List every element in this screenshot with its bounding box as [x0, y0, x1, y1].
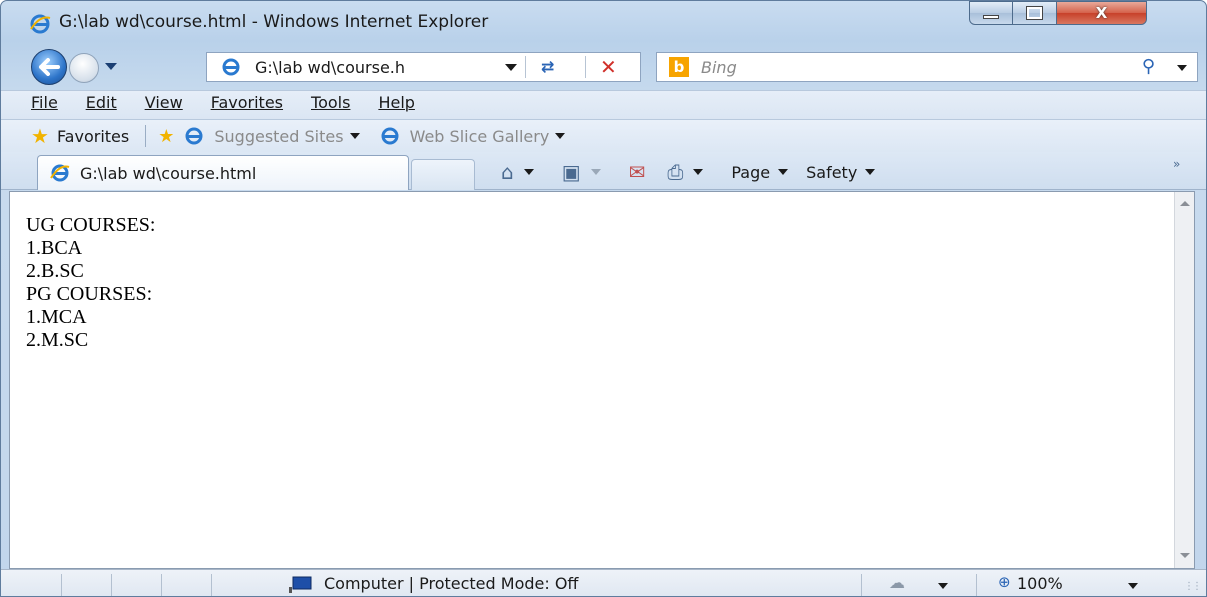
favorites-button[interactable]: Favorites — [57, 127, 129, 146]
heading-pg-courses: PG COURSES: — [26, 283, 153, 305]
ie-window: G:\lab wd\course.html - Windows Internet… — [0, 0, 1207, 597]
refresh-icon[interactable]: ⇄ — [541, 57, 554, 76]
search-icon[interactable]: ⚲ — [1142, 56, 1155, 77]
page-content: UG COURSES: 1.BCA 2.B.SC PG COURSES: 1.M… — [9, 191, 1195, 569]
web-slice-gallery-link[interactable]: Web Slice Gallery — [410, 127, 550, 146]
caption-buttons: X — [969, 1, 1147, 25]
tab-label: G:\lab wd\course.html — [80, 163, 257, 183]
menu-favorites[interactable]: Favorites — [211, 93, 283, 117]
web-slice-gallery-dropdown-icon[interactable] — [555, 133, 566, 139]
home-dropdown-icon[interactable] — [523, 169, 534, 175]
computer-zone-icon — [289, 576, 312, 593]
favorites-separator — [145, 125, 147, 147]
navigation-bar: G:\lab wd\course.h ⇄ ✕ b Bing ⚲ — [1, 45, 1206, 89]
close-icon: X — [1095, 4, 1108, 22]
page-ie-icon — [222, 58, 240, 76]
course-list: UG COURSES: 1.BCA 2.B.SC PG COURSES: 1.M… — [26, 214, 155, 352]
window-title: G:\lab wd\course.html - Windows Internet… — [59, 12, 489, 32]
page-menu-dropdown-icon[interactable] — [778, 169, 789, 175]
favorites-star-icon[interactable]: ★ — [31, 124, 49, 148]
protected-mode-icon[interactable]: ☁ — [889, 573, 905, 592]
minimize-icon — [983, 15, 999, 19]
feeds-dropdown-icon[interactable] — [590, 169, 601, 175]
print-dropdown-icon[interactable] — [693, 169, 704, 175]
web-slice-ie-icon — [381, 127, 399, 145]
heading-ug-courses: UG COURSES: — [26, 214, 156, 236]
add-to-favorites-bar-icon[interactable]: ★ — [158, 126, 174, 147]
vertical-scrollbar[interactable] — [1174, 192, 1194, 568]
status-divider — [111, 574, 112, 596]
status-divider — [161, 574, 162, 596]
safety-menu-dropdown-icon[interactable] — [865, 169, 876, 175]
status-divider — [211, 574, 212, 596]
suggested-sites-ie-icon — [185, 127, 203, 145]
scroll-up-arrow-icon[interactable] — [1180, 201, 1190, 206]
home-icon[interactable]: ⌂ — [501, 160, 514, 184]
tab-ie-icon — [50, 164, 70, 182]
page-menu-button[interactable]: Page — [731, 163, 770, 182]
search-options-dropdown-icon[interactable] — [1177, 65, 1187, 71]
recent-pages-dropdown-icon[interactable] — [105, 63, 117, 70]
address-separator — [585, 56, 586, 78]
forward-button[interactable] — [69, 53, 99, 83]
status-divider — [861, 574, 862, 596]
zoom-level[interactable]: 100% — [1017, 574, 1063, 593]
zoom-dropdown-icon[interactable] — [1128, 583, 1138, 589]
tab-course-page[interactable]: G:\lab wd\course.html — [37, 155, 409, 190]
menu-edit[interactable]: Edit — [86, 93, 117, 117]
address-dropdown-icon[interactable] — [505, 64, 517, 71]
address-input[interactable]: G:\lab wd\course.h — [255, 58, 405, 77]
zoom-icon[interactable]: ⊕ — [998, 573, 1011, 591]
search-input[interactable]: Bing — [701, 58, 737, 77]
security-dropdown-icon[interactable] — [938, 583, 948, 589]
safety-menu-button[interactable]: Safety — [806, 163, 857, 182]
status-zone-text: Computer | Protected Mode: Off — [324, 574, 579, 593]
stop-icon[interactable]: ✕ — [600, 55, 617, 79]
address-bar[interactable]: G:\lab wd\course.h ⇄ ✕ — [206, 52, 641, 82]
print-icon[interactable]: ⎙ — [667, 160, 683, 184]
status-divider — [976, 574, 977, 596]
maximize-icon — [1026, 6, 1043, 20]
new-tab-button[interactable] — [411, 159, 475, 190]
maximize-button[interactable] — [1013, 1, 1057, 25]
menu-bar: File Edit View Favorites Tools Help — [31, 93, 443, 117]
address-separator — [525, 56, 526, 78]
bing-logo-icon: b — [669, 57, 689, 77]
course-mca: 1.MCA — [26, 306, 87, 328]
resize-grip-icon[interactable]: ⋮⋮ — [1184, 581, 1202, 592]
minimize-button[interactable] — [969, 1, 1013, 25]
menu-tools[interactable]: Tools — [311, 93, 350, 117]
rss-feed-icon[interactable]: ▣ — [562, 160, 581, 184]
suggested-sites-link[interactable]: Suggested Sites — [214, 127, 343, 146]
title-bar[interactable]: G:\lab wd\course.html - Windows Internet… — [1, 1, 1206, 43]
scroll-down-arrow-icon[interactable] — [1180, 553, 1190, 558]
toolbar-overflow-icon[interactable]: » — [1173, 157, 1180, 171]
menu-view[interactable]: View — [145, 93, 183, 117]
command-bar: ⌂ ▣ ✉ ⎙ Page Safety — [501, 158, 903, 186]
menu-file[interactable]: File — [31, 93, 58, 117]
mail-icon[interactable]: ✉ — [629, 160, 646, 184]
back-arrow-icon — [39, 58, 60, 76]
search-box[interactable]: b Bing ⚲ — [656, 52, 1198, 82]
favorites-bar: ★ Favorites ★ Suggested Sites Web Slice … — [31, 123, 585, 149]
ie-logo-icon — [30, 14, 51, 34]
back-button[interactable] — [31, 49, 67, 85]
course-bca: 1.BCA — [26, 237, 83, 259]
course-msc: 2.M.SC — [26, 329, 89, 351]
suggested-sites-dropdown-icon[interactable] — [349, 133, 360, 139]
course-bsc: 2.B.SC — [26, 260, 84, 282]
menu-help[interactable]: Help — [378, 93, 414, 117]
close-button[interactable]: X — [1057, 1, 1147, 25]
status-divider — [61, 574, 62, 596]
